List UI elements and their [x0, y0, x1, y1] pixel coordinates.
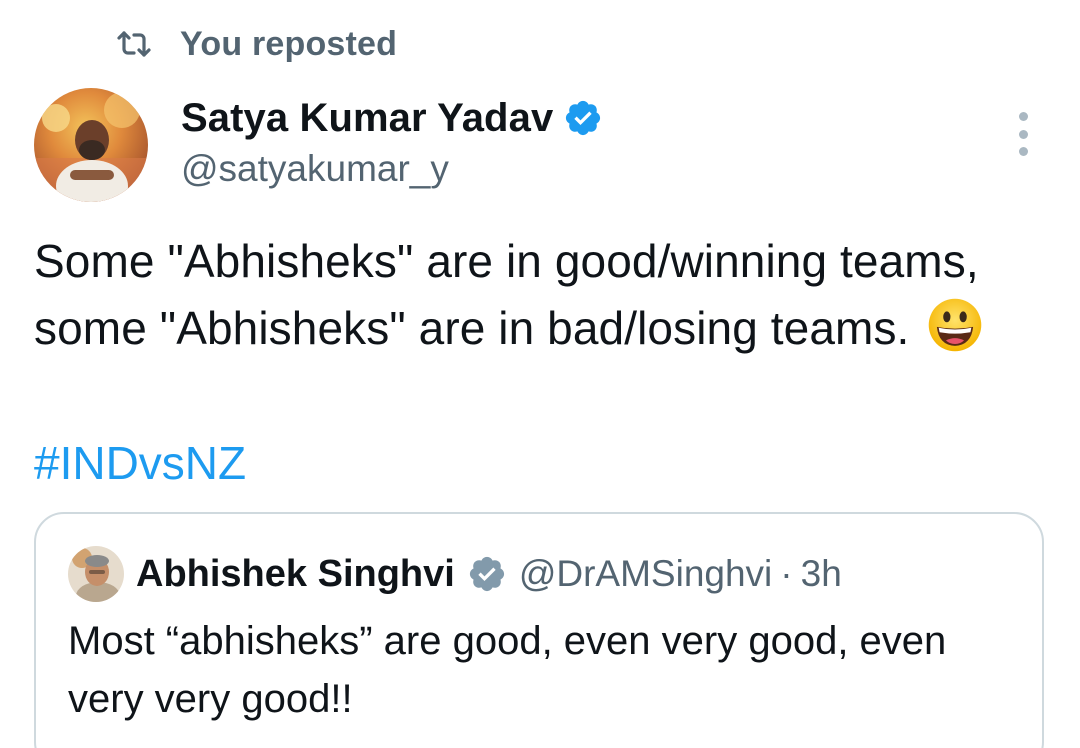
quoted-tweet-text: Most “abhisheks” are good, even very goo…	[68, 619, 947, 721]
verified-badge-icon	[469, 556, 504, 592]
more-vertical-icon	[1018, 112, 1028, 121]
author-name-row[interactable]: Satya Kumar Yadav	[181, 93, 603, 143]
hashtag-link[interactable]: #INDvsNZ	[34, 430, 246, 497]
repost-indicator: You reposted	[116, 24, 397, 64]
quoted-tweet-card[interactable]: Abhishek Singhvi @DrAMSinghvi · 3h Most …	[34, 512, 1044, 748]
tweet-screen: You reposted Satya Kumar Yadav @satyakum…	[0, 0, 1080, 748]
verified-badge-icon	[566, 100, 601, 136]
tweet-text: Some "Abhisheks" are in good/winning tea…	[34, 235, 979, 354]
quoted-author-avatar[interactable]	[68, 546, 124, 602]
repost-icon	[117, 31, 151, 57]
more-options-button[interactable]	[1008, 112, 1038, 156]
quoted-tweet-header: Abhishek Singhvi @DrAMSinghvi · 3h	[68, 546, 842, 602]
quoted-author-name[interactable]: Abhishek Singhvi	[136, 553, 455, 596]
repost-label: You reposted	[180, 24, 398, 63]
author-avatar[interactable]	[34, 88, 148, 202]
author-display-name[interactable]: Satya Kumar Yadav	[181, 96, 553, 141]
quoted-tweet-time[interactable]: 3h	[801, 553, 842, 595]
tweet-body: Some "Abhisheks" are in good/winning tea…	[34, 228, 1044, 362]
quoted-author-handle[interactable]: @DrAMSinghvi	[519, 553, 772, 595]
grinning-face-emoji-icon	[929, 298, 982, 352]
time-separator: ·	[780, 553, 793, 594]
author-handle[interactable]: @satyakumar_y	[181, 145, 449, 193]
